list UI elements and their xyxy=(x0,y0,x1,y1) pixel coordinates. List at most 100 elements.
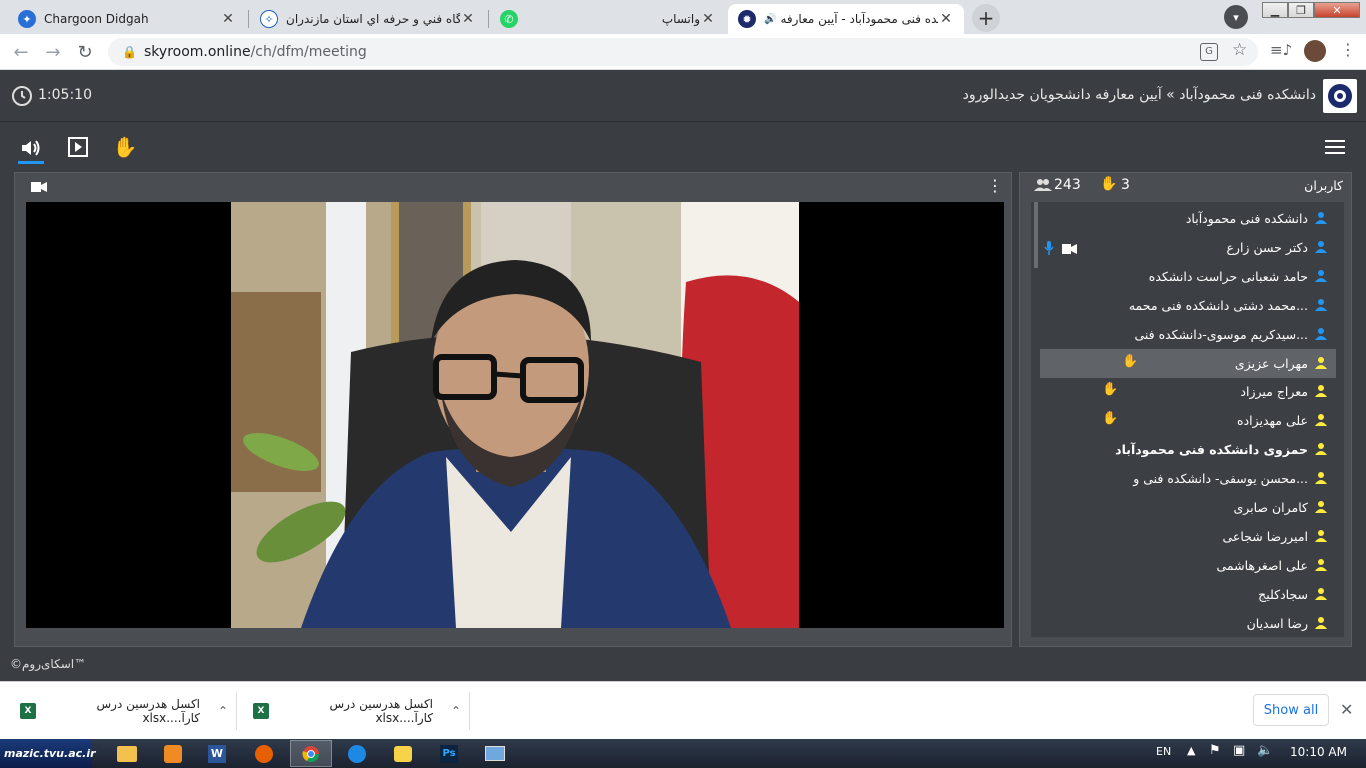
user-list-item[interactable]: دکتر حسن زارع xyxy=(1040,233,1336,262)
user-name: مهراب عزیزی xyxy=(1234,355,1308,371)
user-name: معراج میرزاد xyxy=(1240,384,1308,400)
back-arrow-icon[interactable]: ← xyxy=(10,42,32,64)
language-indicator[interactable]: EN xyxy=(1156,745,1171,758)
forward-arrow-icon[interactable]: → xyxy=(42,42,64,64)
user-icon xyxy=(1315,385,1327,398)
menu-icon[interactable] xyxy=(1322,134,1348,160)
user-list-item[interactable]: دانشکده فنی محمودآباد xyxy=(1040,204,1336,233)
tray-expand-icon[interactable]: ▲ xyxy=(1187,744,1195,757)
browser-tab[interactable]: ✧ دانشگاه فني و حرفه اي استان مازندران ✕ xyxy=(250,4,486,34)
media-app-icon[interactable] xyxy=(382,740,424,767)
raised-hands-count: 3 xyxy=(1121,177,1130,193)
user-list-item[interactable]: سیدکریم موسوی-دانشکده فنی... xyxy=(1040,320,1336,349)
maximize-button[interactable]: ❐ xyxy=(1288,2,1314,18)
profile-avatar[interactable] xyxy=(1304,40,1326,62)
user-list-item[interactable]: رضا اسدیان xyxy=(1040,609,1336,637)
close-tab-icon[interactable]: ✕ xyxy=(938,11,954,27)
remote-desktop-icon[interactable] xyxy=(474,740,516,767)
media-player-icon[interactable] xyxy=(152,740,194,767)
start-button[interactable]: mazic.tvu.ac.ir xyxy=(0,739,96,768)
user-list-item[interactable]: علی مهدیزاده ✋ xyxy=(1040,406,1336,435)
user-name: سجادکلیج xyxy=(1258,586,1308,602)
user-icon xyxy=(1315,472,1327,485)
close-tab-icon[interactable]: ✕ xyxy=(460,11,476,27)
new-tab-button[interactable]: + xyxy=(972,4,1000,32)
user-list-item[interactable]: حمزوی دانشکده فنی محمودآباد xyxy=(1040,435,1336,464)
user-list-item[interactable]: محمد دشتی دانشکده فنی محمه... xyxy=(1040,291,1336,320)
chevron-up-icon[interactable]: ⌃ xyxy=(451,704,461,718)
speaker-icon[interactable] xyxy=(18,134,44,164)
downloads-shelf: X اکسل هدرسین درس کارآ....xlsx ⌃ X اکسل … xyxy=(0,681,1366,739)
user-icon xyxy=(1315,558,1327,571)
camera-icon xyxy=(31,182,47,192)
user-icon xyxy=(1315,414,1327,427)
user-list-item[interactable]: مهراب عزیزی ✋ xyxy=(1040,348,1336,378)
user-list-item[interactable]: معراج میرزاد ✋ xyxy=(1040,377,1336,406)
chargoon-favicon-icon: ✦ xyxy=(18,10,36,28)
browser-tab[interactable]: ✦ Chargoon Didgah ✕ xyxy=(8,4,246,34)
user-list-item[interactable]: امیررضا شجاعی xyxy=(1040,522,1336,551)
user-list-item[interactable]: کامران صابری xyxy=(1040,493,1336,522)
raise-hand-icon[interactable]: ✋ xyxy=(112,134,138,160)
users-panel-title: کاربران xyxy=(1304,178,1343,193)
speaker-video-frame xyxy=(231,202,799,628)
minimize-button[interactable]: ▁ xyxy=(1262,2,1288,18)
browser-menu-icon[interactable]: ⋮ xyxy=(1340,40,1356,59)
university-favicon-icon: ✧ xyxy=(260,10,278,28)
reload-icon[interactable]: ↻ xyxy=(74,42,96,64)
show-all-downloads-button[interactable]: Show all xyxy=(1253,694,1329,726)
user-list: دانشکده فنی محمودآباد دکتر حسن زارع حامد ش… xyxy=(1031,202,1344,637)
user-name: علی مهدیزاده xyxy=(1237,413,1308,429)
firefox-icon[interactable] xyxy=(243,740,285,767)
admin-user-icon xyxy=(1315,212,1327,224)
raised-hand-icon: ✋ xyxy=(1102,382,1119,398)
user-camera-icon xyxy=(1062,242,1077,257)
browser-tab-active[interactable]: ✹ 🔊 دانشکده فنی محمودآباد - آیین معارفه … xyxy=(728,4,964,34)
chrome-icon[interactable] xyxy=(290,740,332,767)
word-icon[interactable]: W xyxy=(196,740,238,767)
user-list-scrollbar[interactable] xyxy=(1034,202,1038,268)
media-control-icon[interactable]: ≡♪ xyxy=(1270,41,1292,59)
download-item[interactable]: X اکسل هدرسین درس کارآ....xlsx ⌃ xyxy=(253,682,469,740)
url-input[interactable]: 🔒 skyroom.online/ch/dfm/meeting xyxy=(108,38,1258,66)
window-close-button[interactable]: ✕ xyxy=(1314,2,1360,18)
tab-search-icon[interactable]: ▾ xyxy=(1224,5,1248,29)
app-triangle-icon[interactable] xyxy=(336,740,378,767)
user-list-item[interactable]: محسن یوسفی- دانشکده فنی و... xyxy=(1040,464,1336,493)
file-explorer-icon[interactable] xyxy=(106,740,148,767)
admin-user-icon xyxy=(1315,240,1327,253)
close-tab-icon[interactable]: ✕ xyxy=(220,11,236,27)
clock-icon xyxy=(12,86,32,106)
user-name: امیررضا شجاعی xyxy=(1222,528,1309,544)
video-stream[interactable] xyxy=(26,202,1004,628)
user-list-item[interactable]: علی اصغرهاشمی xyxy=(1040,551,1336,580)
close-tab-icon[interactable]: ✕ xyxy=(700,11,716,27)
admin-user-icon xyxy=(1315,298,1327,311)
system-clock[interactable]: 10:10 AM xyxy=(1290,745,1347,759)
volume-icon[interactable]: 🔈 xyxy=(1257,743,1273,758)
download-item[interactable]: X اکسل هدرسین درس کارآ....xlsx ⌃ xyxy=(20,682,236,740)
skyroom-favicon-icon: ✹ xyxy=(738,10,756,28)
tab-title: واتساپ xyxy=(661,12,700,26)
chevron-up-icon[interactable]: ⌃ xyxy=(218,704,228,718)
download-filename: اکسل هدرسین درس کارآ....xlsx xyxy=(329,697,434,725)
network-icon[interactable]: ▣ xyxy=(1233,743,1245,758)
raised-hand-icon: ✋ xyxy=(1102,411,1119,427)
user-icon xyxy=(1315,356,1327,369)
university-logo xyxy=(1323,79,1357,113)
browser-tab[interactable]: ✆ واتساپ ✕ xyxy=(490,4,726,34)
excel-file-icon: X xyxy=(253,703,269,719)
user-list-item[interactable]: سجادکلیج xyxy=(1040,580,1336,609)
translate-icon[interactable]: G xyxy=(1200,43,1218,61)
bookmark-star-icon[interactable]: ☆ xyxy=(1232,40,1247,60)
photoshop-icon[interactable]: Ps xyxy=(428,740,470,767)
flag-icon[interactable]: ⚑ xyxy=(1209,743,1221,758)
user-list-item[interactable]: حامد شعبانی حراست دانشکده xyxy=(1040,262,1336,291)
video-options-icon[interactable]: ⋮ xyxy=(987,176,1003,195)
close-shelf-icon[interactable]: ✕ xyxy=(1340,700,1353,719)
raised-hand-icon: ✋ xyxy=(1122,353,1139,369)
address-bar-row: ← → ↻ 🔒 skyroom.online/ch/dfm/meeting G … xyxy=(0,34,1366,70)
play-video-icon[interactable] xyxy=(65,134,91,160)
user-icon xyxy=(1315,587,1327,600)
user-name: دانشکده فنی محمودآباد xyxy=(1185,211,1308,226)
